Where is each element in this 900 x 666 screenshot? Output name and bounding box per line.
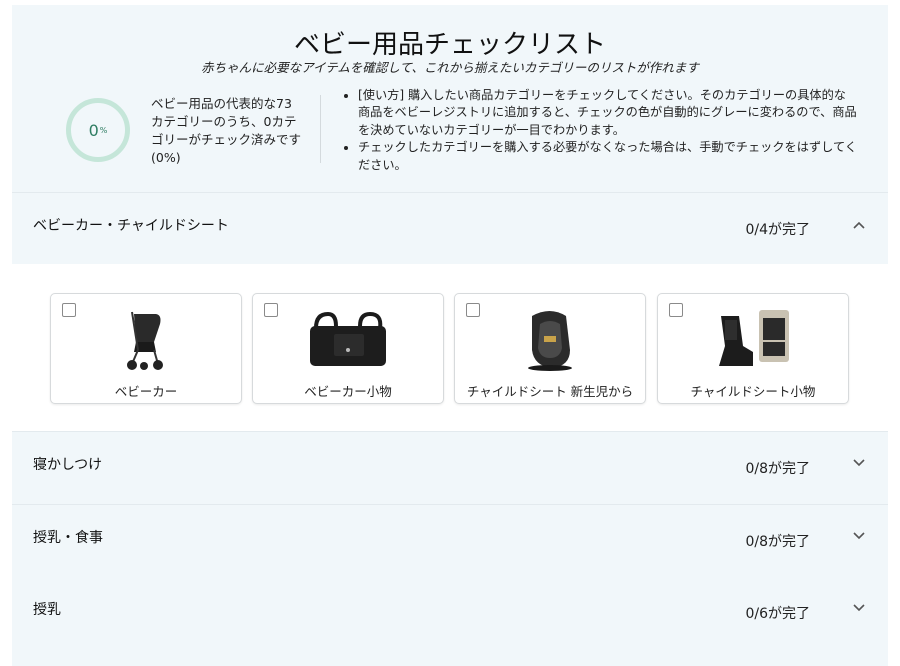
- section-header-sleep[interactable]: 寝かしつけ 0/8が完了: [12, 432, 888, 505]
- next-section-edge: [12, 649, 888, 666]
- section-progress: 0/4が完了: [745, 222, 810, 238]
- chevron-down-icon[interactable]: [852, 458, 866, 468]
- section-label: 授乳・食事: [33, 530, 103, 546]
- section-header-stroller-carseat[interactable]: ベビーカー・チャイルドシート 0/4が完了: [12, 193, 888, 266]
- page-subtitle: 赤ちゃんに必要なアイテムを確認して、これから揃えたいカテゴリーのリストが作れます: [201, 60, 699, 75]
- car-seat-protector-image: [719, 310, 789, 366]
- section-header-feeding[interactable]: 授乳 0/6が完了: [12, 577, 888, 650]
- usage-note: チェックしたカテゴリーを購入する必要がなくなった場合は、手動でチェックをはずして…: [358, 139, 858, 174]
- progress-unit: %: [99, 125, 108, 135]
- category-checkbox[interactable]: [62, 303, 76, 317]
- category-card-car-seat-accessories[interactable]: チャイルドシート小物: [657, 293, 849, 404]
- checklist-header: ベビー用品チェックリスト 赤ちゃんに必要なアイテムを確認して、これから揃えたいカ…: [12, 5, 888, 193]
- section-progress: 0/6が完了: [745, 606, 810, 622]
- category-card-stroller-accessories[interactable]: ベビーカー小物: [252, 293, 444, 404]
- usage-note: [使い方] 購入したい商品カテゴリーをチェックしてください。そのカテゴリーの具体…: [358, 87, 858, 139]
- section-header-feeding-meals[interactable]: 授乳・食事 0/8が完了: [12, 505, 888, 578]
- section-label: ベビーカー・チャイルドシート: [33, 218, 229, 234]
- header-divider: [320, 95, 321, 163]
- category-name: ベビーカー小物: [304, 384, 392, 399]
- progress-summary: ベビー用品の代表的な73カテゴリーのうち、0カテゴリーがチェック済みです(0%): [151, 96, 302, 165]
- chevron-up-icon[interactable]: [852, 220, 866, 230]
- checklist-page: ベビー用品チェックリスト 赤ちゃんに必要なアイテムを確認して、これから揃えたいカ…: [0, 0, 900, 666]
- car-seat-image: [528, 311, 572, 371]
- section-label: 授乳: [33, 602, 61, 618]
- category-card-stroller[interactable]: ベビーカー: [50, 293, 242, 404]
- category-card-car-seat[interactable]: チャイルドシート 新生児から: [454, 293, 646, 404]
- chevron-down-icon[interactable]: [852, 531, 866, 541]
- stroller-bag-image: [310, 311, 386, 366]
- section-progress: 0/8が完了: [745, 534, 810, 550]
- section-label: 寝かしつけ: [33, 457, 103, 473]
- usage-notes: [使い方] 購入したい商品カテゴリーをチェックしてください。そのカテゴリーの具体…: [342, 87, 858, 174]
- category-checkbox[interactable]: [669, 303, 683, 317]
- category-name: チャイルドシート 新生児から: [466, 384, 634, 399]
- category-checkbox[interactable]: [466, 303, 480, 317]
- category-name: チャイルドシート小物: [690, 384, 816, 399]
- progress-value: 0: [88, 120, 99, 140]
- section-items-panel: ベビーカー ベビーカー小物 チャイルドシート 新生児から チャイルドシート小物: [12, 264, 888, 432]
- progress-ring: 0%: [66, 98, 130, 162]
- category-checkbox[interactable]: [264, 303, 278, 317]
- section-progress: 0/8が完了: [745, 461, 810, 477]
- category-name: ベビーカー: [114, 384, 178, 399]
- chevron-down-icon[interactable]: [852, 603, 866, 613]
- stroller-image: [127, 311, 163, 370]
- page-title: ベビー用品チェックリスト: [293, 30, 606, 60]
